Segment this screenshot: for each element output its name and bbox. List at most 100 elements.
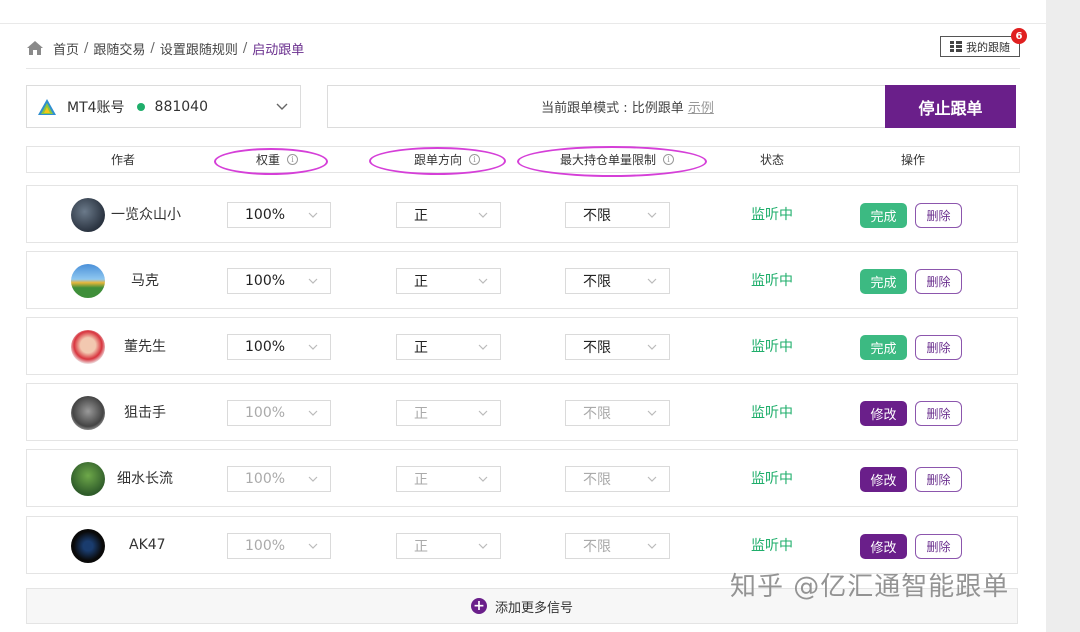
chevron-down-icon [647,410,657,416]
weight-select[interactable]: 100% [227,400,331,426]
header-weight-label: 权重 [255,153,280,167]
status-text: 监听中 [751,339,793,355]
table-row: 董先生 100% 正 不限 监听中 完成 删除 [26,317,1018,375]
stop-follow-button[interactable]: 停止跟单 [885,85,1016,128]
header-direction-label: 跟单方向 [413,153,462,167]
add-more-label: 添加更多信号 [494,600,573,616]
direction-select[interactable]: 正 [396,533,501,559]
delete-button[interactable]: 删除 [915,335,962,360]
done-button[interactable]: 完成 [860,335,907,360]
max-limit-select[interactable]: 不限 [565,334,670,360]
weight-value: 100% [245,405,286,421]
status-text: 监听中 [751,471,793,487]
author-name[interactable]: 董先生 [124,318,166,374]
example-link[interactable]: 示例 [688,97,714,116]
delete-button[interactable]: 删除 [915,534,962,559]
chevron-down-icon [478,410,488,416]
chevron-down-icon [308,212,318,218]
info-icon[interactable]: i [663,154,674,165]
table-row: 马克 100% 正 不限 监听中 完成 删除 [26,251,1018,309]
right-gutter [1046,0,1080,632]
my-follow-button[interactable]: 我的跟随 [940,36,1020,57]
weight-select[interactable]: 100% [227,202,331,228]
delete-button[interactable]: 删除 [915,401,962,426]
max-limit-select[interactable]: 不限 [565,466,670,492]
table-row: 一览众山小 100% 正 不限 监听中 完成 删除 [26,185,1018,243]
status-text: 监听中 [751,405,793,421]
done-button[interactable]: 完成 [860,269,907,294]
mt4-logo-icon [38,98,56,115]
weight-select[interactable]: 100% [227,533,331,559]
follow-mode-box: 当前跟单模式 : 比例跟单 示例 [327,85,887,128]
chevron-down-icon [647,476,657,482]
weight-select[interactable]: 100% [227,466,331,492]
done-button[interactable]: 完成 [860,203,907,228]
breadcrumb-follow-trade[interactable]: 跟随交易 [93,39,145,58]
edit-button[interactable]: 修改 [860,467,907,492]
table-row: 狙击手 100% 正 不限 监听中 修改 删除 [26,383,1018,441]
max-limit-select[interactable]: 不限 [565,533,670,559]
weight-select[interactable]: 100% [227,334,331,360]
delete-button[interactable]: 删除 [915,467,962,492]
avatar [71,462,105,496]
avatar [71,198,105,232]
breadcrumb-separator: / [242,40,248,56]
account-status-dot [136,102,145,111]
table-row: 细水长流 100% 正 不限 监听中 修改 删除 [26,449,1018,507]
breadcrumb-divider [26,68,1020,69]
weight-value: 100% [245,471,286,487]
watermark-text: 知乎 @亿汇通智能跟单 [730,572,1010,602]
weight-select[interactable]: 100% [227,268,331,294]
edit-button[interactable]: 修改 [860,401,907,426]
author-name[interactable]: 一览众山小 [111,186,181,242]
max-limit-value: 不限 [583,340,611,356]
home-icon[interactable] [26,40,44,56]
author-name[interactable]: 马克 [131,252,159,308]
list-icon [950,41,962,52]
author-name[interactable]: 细水长流 [117,450,173,506]
avatar [71,529,105,563]
direction-select[interactable]: 正 [396,466,501,492]
chevron-down-icon [647,543,657,549]
author-name[interactable]: AK47 [129,517,166,573]
chevron-down-icon [478,543,488,549]
breadcrumb-separator: / [84,40,89,56]
info-icon[interactable]: i [469,154,480,165]
header-direction: 跟单方向 i [377,147,517,172]
author-name[interactable]: 狙击手 [124,384,166,440]
max-limit-select[interactable]: 不限 [565,400,670,426]
direction-value: 正 [414,406,428,422]
header-max-limit-label: 最大持仓单量限制 [559,153,656,167]
chevron-down-icon [276,103,288,110]
account-number: 881040 [154,98,208,115]
breadcrumb-home[interactable]: 首页 [53,39,79,58]
direction-value: 正 [414,208,428,224]
breadcrumb-rules[interactable]: 设置跟随规则 [160,39,238,58]
direction-select[interactable]: 正 [396,202,501,228]
header-action-label: 操作 [900,153,925,167]
direction-select[interactable]: 正 [396,334,501,360]
max-limit-value: 不限 [583,274,611,290]
follow-mode-text: 当前跟单模式 : 比例跟单 [541,101,684,116]
info-icon[interactable]: i [287,154,298,165]
max-limit-select[interactable]: 不限 [565,268,670,294]
direction-select[interactable]: 正 [396,268,501,294]
edit-button[interactable]: 修改 [860,534,907,559]
weight-value: 100% [245,207,286,223]
max-limit-value: 不限 [583,406,611,422]
direction-value: 正 [414,472,428,488]
header-action: 操作 [863,147,963,172]
max-limit-value: 不限 [583,208,611,224]
delete-button[interactable]: 删除 [915,269,962,294]
status-text: 监听中 [751,207,793,223]
header-status: 状态 [727,147,817,172]
top-strip [0,0,1046,24]
direction-select[interactable]: 正 [396,400,501,426]
account-select[interactable]: MT4账号 881040 [26,85,301,128]
header-weight: 权重 i [217,147,337,172]
delete-button[interactable]: 删除 [915,203,962,228]
breadcrumb-current: 启动跟单 [252,42,305,58]
header-author-label: 作者 [110,153,135,167]
chevron-down-icon [308,344,318,350]
max-limit-select[interactable]: 不限 [565,202,670,228]
